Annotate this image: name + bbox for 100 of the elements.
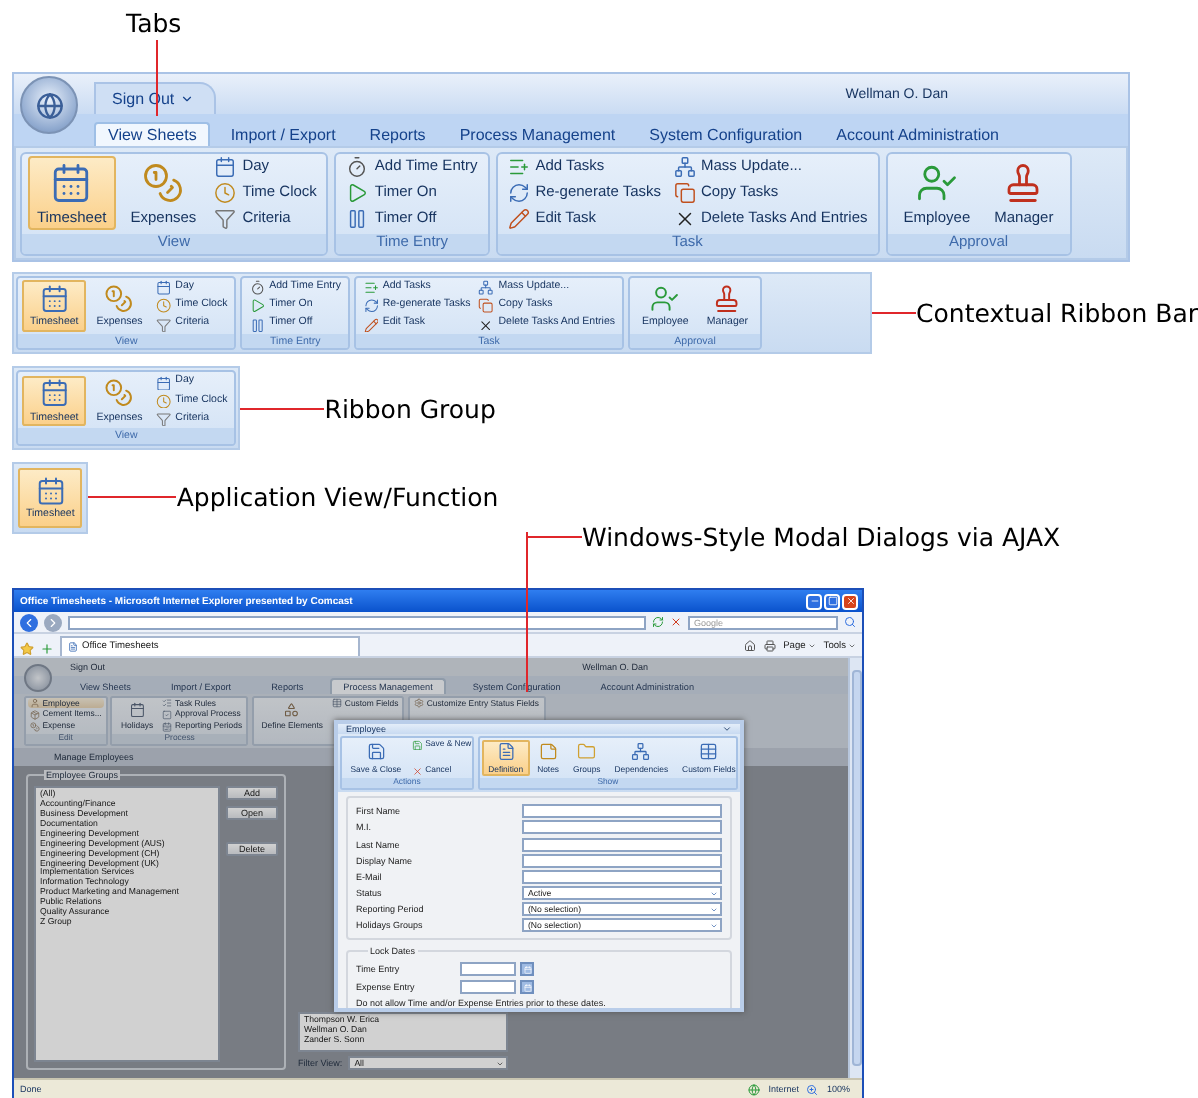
zoom-icon[interactable] — [806, 1083, 819, 1096]
network-icon — [673, 156, 696, 178]
play-icon — [346, 182, 369, 204]
shapes-icon — [282, 701, 302, 718]
copy-icon — [478, 298, 495, 315]
list-plus-icon — [507, 156, 530, 178]
copy-icon — [673, 182, 696, 204]
coins-icon — [104, 378, 135, 409]
calendar-icon — [155, 280, 172, 296]
network-icon — [630, 742, 652, 762]
caret-icon — [180, 92, 195, 106]
check-square-icon — [162, 710, 173, 721]
folder-icon — [576, 742, 598, 762]
forward-button[interactable] — [44, 613, 62, 632]
user-icon — [29, 698, 40, 709]
leader-line — [872, 312, 917, 315]
calendar-clock-icon — [35, 475, 66, 506]
clock-icon — [155, 298, 172, 315]
filter-icon — [214, 208, 237, 230]
leader-line — [156, 40, 158, 116]
page-icon — [68, 642, 78, 653]
ribbon-tab[interactable]: Reports — [355, 122, 440, 146]
calendar-clock-icon — [39, 378, 69, 409]
refresh-icon — [507, 182, 530, 204]
play-icon — [249, 298, 265, 315]
input-field[interactable] — [522, 804, 722, 819]
input-field[interactable] — [522, 869, 722, 884]
minimize-button[interactable] — [806, 593, 822, 610]
ribbon-tab[interactable]: View Sheets — [94, 122, 211, 146]
clock-icon — [155, 393, 172, 409]
filter-icon — [155, 411, 172, 427]
package-icon — [29, 710, 40, 721]
filter-icon — [155, 317, 172, 333]
list-icon — [162, 698, 173, 709]
calendar-button[interactable] — [520, 980, 534, 995]
leader-line — [240, 407, 325, 410]
printer-icon[interactable] — [763, 640, 776, 653]
close-button[interactable] — [842, 593, 858, 610]
ribbon-tab[interactable]: Import / Export — [216, 122, 350, 146]
globe-icon — [35, 91, 63, 119]
date-field[interactable] — [460, 980, 516, 995]
star-icon[interactable] — [20, 642, 34, 657]
floppy-icon — [411, 739, 423, 751]
collapse-icon[interactable] — [722, 724, 732, 735]
pencil-icon — [507, 208, 530, 230]
minimize-icon — [809, 596, 819, 607]
search-icon[interactable] — [844, 616, 856, 629]
scrollbar[interactable] — [848, 658, 862, 1079]
coins-icon — [142, 161, 185, 203]
calendar-clock-icon — [39, 284, 69, 314]
ribbon-tab[interactable]: Account Administration — [822, 122, 1013, 146]
globe-icon — [748, 1083, 761, 1096]
clock-icon — [214, 182, 237, 204]
table-icon — [332, 698, 343, 709]
maximize-button[interactable] — [824, 593, 840, 610]
address-field[interactable] — [68, 615, 646, 630]
input-field[interactable] — [522, 837, 722, 852]
list-plus-icon — [363, 280, 379, 296]
stopwatch-icon — [249, 280, 265, 296]
coins-icon — [29, 722, 40, 733]
gear-icon — [414, 698, 424, 709]
calendar-icon — [523, 965, 531, 974]
pencil-icon — [363, 317, 379, 333]
document-icon — [495, 742, 517, 762]
plus-icon[interactable] — [40, 642, 54, 657]
stopwatch-icon — [346, 156, 369, 178]
cross-icon — [478, 317, 495, 333]
back-button[interactable] — [20, 613, 38, 632]
table-icon — [698, 742, 720, 762]
ribbon-tab[interactable]: Process Management — [445, 122, 630, 146]
refresh-icon[interactable] — [652, 616, 664, 629]
maximize-icon — [827, 596, 837, 607]
ribbon-tab[interactable]: System Configuration — [635, 122, 817, 146]
note-icon — [537, 742, 559, 762]
calendar-icon — [162, 722, 173, 733]
pause-icon — [346, 208, 369, 230]
stop-icon[interactable] — [670, 616, 682, 629]
calendar-icon — [127, 701, 147, 718]
callout-label: Ribbon Group — [324, 393, 496, 424]
user-check-icon — [915, 161, 958, 203]
floppy-icon — [365, 742, 387, 762]
refresh-icon — [363, 298, 379, 315]
callout-label: Contextual Ribbon Bar — [916, 298, 1198, 329]
input-field[interactable] — [522, 853, 722, 868]
pause-icon — [249, 317, 265, 333]
calendar-icon — [214, 156, 237, 178]
input-field[interactable] — [522, 820, 722, 835]
coins-icon — [104, 284, 135, 314]
calendar-icon — [155, 375, 172, 391]
stamp-icon — [712, 284, 743, 314]
cross-icon — [673, 208, 696, 230]
callout-label: Application View/Function — [176, 482, 499, 513]
user-check-icon — [650, 284, 680, 314]
calendar-button[interactable] — [520, 962, 534, 977]
leader-line — [88, 496, 177, 499]
callout-label: Tabs — [126, 8, 182, 38]
home-icon[interactable] — [743, 640, 756, 653]
network-icon — [478, 280, 495, 296]
callout-label: Windows-Style Modal Dialogs via AJAX — [582, 522, 1061, 553]
date-field[interactable] — [460, 962, 516, 977]
